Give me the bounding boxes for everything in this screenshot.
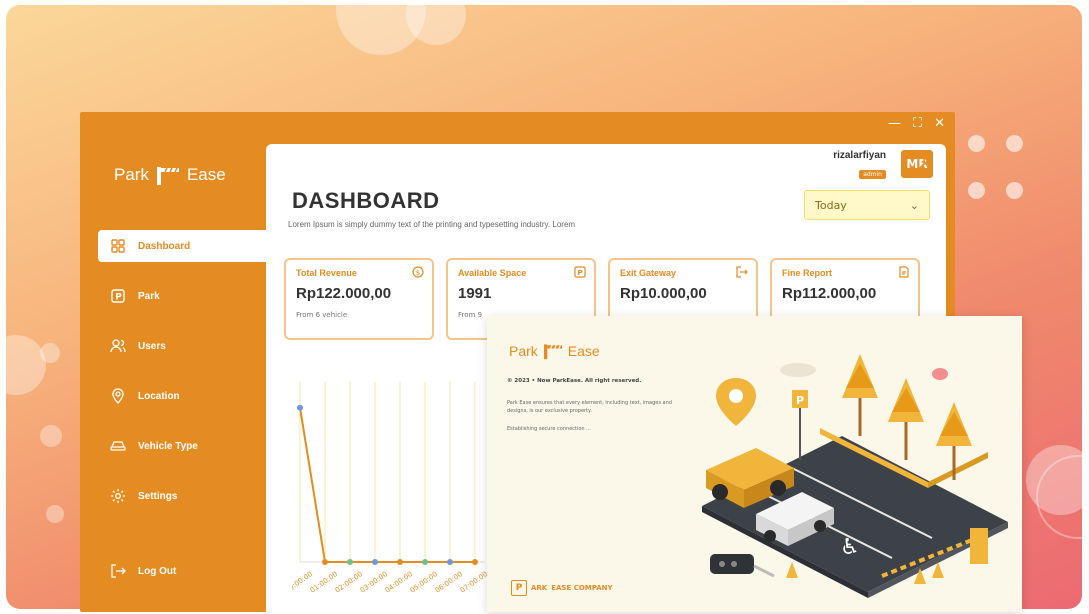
- sidebar-item-users[interactable]: Users: [98, 330, 266, 362]
- app-logo: Park Ease: [114, 164, 226, 186]
- splash-description: Park Ease ensures that every element, in…: [507, 400, 672, 414]
- location-pin-icon: [716, 378, 756, 426]
- card-value: Rp112.000,00: [782, 285, 877, 302]
- series-line: [299, 407, 475, 563]
- card-label: Available Space: [458, 268, 527, 278]
- bokeh-circle: [6, 335, 46, 395]
- parking-icon: P: [110, 288, 126, 304]
- svg-text:P: P: [796, 394, 804, 407]
- splash-logo-right: Ease: [567, 343, 600, 359]
- card-value: 1991: [458, 285, 492, 302]
- data-point: [397, 559, 403, 565]
- data-point: [422, 559, 428, 565]
- sidebar-nav: Dashboard P Park Users Location Vehicle …: [98, 230, 284, 530]
- parking-icon: P: [574, 266, 586, 278]
- role-badge: admin: [859, 170, 886, 179]
- cone-icon: [786, 562, 798, 578]
- window-controls: — ⛶ ✕: [888, 116, 945, 131]
- sidebar-item-label: Park: [138, 290, 160, 302]
- card-note: From 6 vehicle: [296, 311, 348, 319]
- stat-card-total-revenue[interactable]: Total Revenue $ Rp122.000,00 From 6 vehi…: [284, 258, 434, 340]
- svg-text:$: $: [416, 269, 420, 277]
- splash-logo: Park Ease: [509, 342, 600, 360]
- logout-icon: [111, 564, 126, 578]
- page-subtitle: Lorem Ipsum is simply dummy text of the …: [288, 220, 576, 229]
- balloon-icon: [932, 368, 948, 380]
- data-point: [372, 559, 378, 565]
- data-point: [322, 559, 328, 565]
- gear-icon: [110, 488, 126, 504]
- card-value: Rp10.000,00: [620, 285, 707, 302]
- bokeh-dot: [968, 182, 985, 199]
- parking-lot-illustration: ♿ P: [702, 354, 1008, 598]
- sidebar-item-label: Settings: [138, 490, 178, 502]
- logout-label: Log Out: [138, 565, 177, 577]
- location-pin-icon: [110, 388, 126, 404]
- bokeh-dot: [968, 135, 985, 152]
- chevron-down-icon: ⌄: [909, 198, 919, 212]
- sidebar-item-label: Dashboard: [138, 240, 191, 252]
- data-point: [472, 559, 478, 565]
- tree-icon: [842, 354, 878, 436]
- data-point: [347, 559, 353, 565]
- cloud-icon: [780, 363, 816, 377]
- logout-button[interactable]: Log Out: [110, 564, 176, 578]
- car-icon: [110, 438, 126, 454]
- x-tick-label: 07:00:00: [459, 570, 489, 595]
- report-icon: [899, 266, 909, 278]
- sidebar-item-dashboard[interactable]: Dashboard: [98, 230, 284, 262]
- logo-text-left: Park: [114, 165, 149, 184]
- logo-text-right: Ease: [186, 165, 226, 184]
- footer-company: EASE COMPANY: [551, 584, 613, 592]
- splash-status: Establishing secure connection ...: [507, 426, 591, 432]
- sidebar-item-label: Users: [138, 340, 166, 352]
- card-label: Exit Gateway: [620, 268, 677, 278]
- parking-sign-icon: P: [792, 390, 808, 460]
- sidebar-item-label: Vehicle Type: [138, 440, 198, 452]
- card-label: Total Revenue: [296, 268, 357, 278]
- revenue-line-chart: 00:00:0001:00:0002:00:0003:00:0004:00:00…: [292, 382, 489, 595]
- parking-barrier-icon: [543, 344, 562, 360]
- data-point: [447, 559, 453, 565]
- card-value: Rp122.000,00: [296, 285, 392, 302]
- sidebar-item-park[interactable]: P Park: [98, 280, 266, 312]
- period-select[interactable]: Today ⌄: [804, 190, 930, 220]
- exit-icon: [736, 266, 748, 278]
- key-fob-icon: [710, 554, 775, 578]
- data-point: [297, 404, 303, 411]
- svg-text:P: P: [578, 269, 583, 277]
- splash-logo-left: Park: [509, 343, 538, 359]
- close-icon[interactable]: ✕: [934, 116, 945, 131]
- accessible-icon: ♿: [840, 535, 860, 560]
- key-icon[interactable]: [916, 154, 934, 172]
- sidebar-item-vehicle-type[interactable]: Vehicle Type: [98, 430, 266, 462]
- bokeh-dot: [1006, 135, 1023, 152]
- svg-text:P: P: [115, 293, 122, 303]
- parking-barrier-icon: [156, 167, 179, 185]
- splash-screen: Park Ease © 2023 • Now ParkEase. All rig…: [487, 316, 1022, 612]
- maximize-icon[interactable]: ⛶: [913, 116, 922, 131]
- bokeh-circle: [40, 343, 60, 363]
- card-label: Fine Report: [782, 268, 833, 278]
- users-icon: [110, 338, 126, 354]
- user-info: rizalarfiyan admin: [833, 150, 886, 180]
- grid-icon: [110, 238, 126, 254]
- period-value: Today: [815, 198, 847, 212]
- parking-icon: P: [511, 580, 527, 596]
- bokeh-circle: [46, 505, 64, 523]
- sidebar-item-location[interactable]: Location: [98, 380, 266, 412]
- sidebar-item-label: Location: [138, 390, 180, 402]
- minimize-icon[interactable]: —: [888, 116, 901, 131]
- coin-icon: $: [412, 266, 424, 278]
- bokeh-dot: [1006, 182, 1023, 199]
- page-title: DASHBOARD: [292, 188, 440, 213]
- sidebar-item-settings[interactable]: Settings: [98, 480, 266, 512]
- splash-footer: P ARK EASE COMPANY: [511, 580, 613, 596]
- bokeh-circle: [40, 425, 62, 447]
- username: rizalarfiyan: [833, 150, 886, 161]
- footer-prefix: ARK: [531, 584, 548, 592]
- tree-icon: [888, 378, 924, 460]
- splash-copyright: © 2023 • Now ParkEase. All right reserve…: [507, 378, 642, 384]
